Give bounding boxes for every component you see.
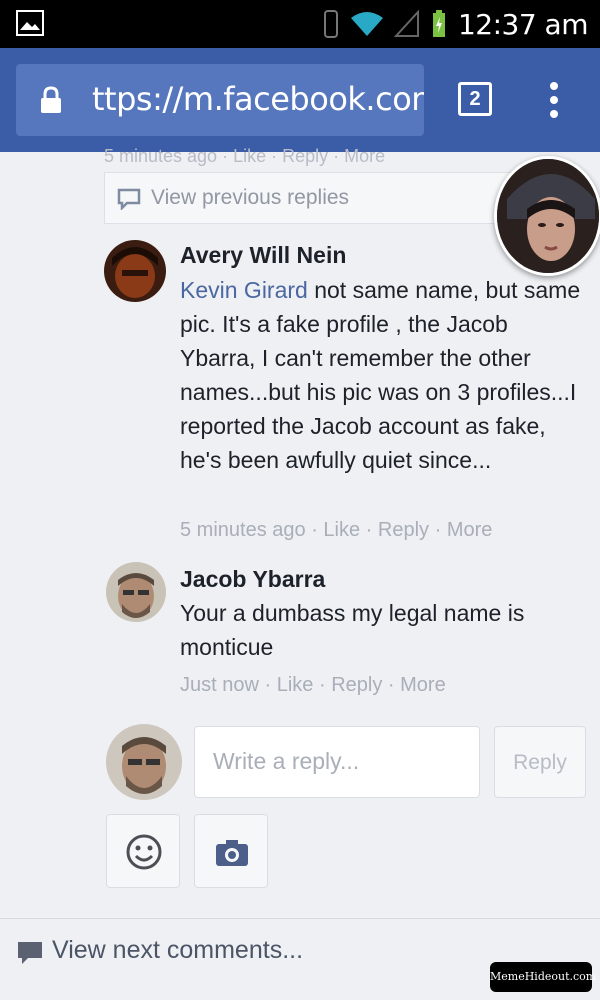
wifi-icon	[350, 12, 383, 36]
battery-icon	[432, 10, 445, 37]
reply-submit-button[interactable]: Reply	[494, 726, 586, 798]
gallery-notification-icon	[16, 10, 44, 36]
comment-text: Your a dumbass my legal name is monticue	[180, 600, 525, 660]
comment-meta: Just now · Like · Reply · More	[180, 674, 446, 696]
avatar[interactable]	[106, 562, 166, 622]
watermark: MemeHideout.com	[490, 962, 596, 992]
comment-bubble-icon	[117, 188, 141, 210]
tab-switcher-button[interactable]: 2	[458, 82, 492, 116]
reply-link[interactable]: Reply	[378, 519, 429, 541]
address-bar[interactable]: ttps://m.facebook.com/(	[16, 64, 424, 136]
status-bar: 12:37 am	[0, 0, 600, 48]
like-link[interactable]: Like	[277, 674, 314, 696]
camera-icon	[216, 840, 248, 866]
overflow-menu-icon[interactable]	[542, 78, 566, 122]
more-link[interactable]: More	[400, 674, 446, 696]
more-link[interactable]: More	[447, 519, 493, 541]
reply-input-box[interactable]	[194, 726, 480, 798]
view-previous-replies-label: View previous replies	[151, 186, 350, 209]
chat-head-avatar[interactable]	[494, 156, 600, 276]
emoji-button[interactable]	[106, 814, 180, 888]
comment-meta: 5 minutes ago · Like · Reply · More	[180, 519, 493, 541]
current-user-avatar	[106, 724, 182, 800]
comment-author[interactable]: Avery Will Nein	[180, 242, 346, 269]
comment-bubble-icon	[18, 942, 42, 964]
signal-icon	[393, 10, 419, 37]
photo-button[interactable]	[194, 814, 268, 888]
comment-text: Kevin Girard not same name, but same pic…	[180, 277, 581, 473]
avatar[interactable]	[104, 240, 166, 302]
clock: 12:37 am	[457, 7, 589, 41]
like-link[interactable]: Like	[323, 519, 360, 541]
url-text: ttps://m.facebook.com/(	[92, 80, 424, 118]
lock-icon	[41, 86, 61, 113]
vibrate-icon	[323, 10, 338, 38]
comment-time: Just now	[180, 674, 259, 696]
divider	[0, 918, 600, 919]
comment-author[interactable]: Jacob Ybarra	[180, 566, 325, 593]
view-previous-replies-button[interactable]: View previous replies	[104, 172, 524, 224]
mention-link[interactable]: Kevin Girard	[180, 277, 308, 303]
reply-link[interactable]: Reply	[331, 674, 382, 696]
comment-time: 5 minutes ago	[180, 519, 306, 541]
smiley-icon	[126, 834, 162, 870]
reply-input[interactable]	[211, 747, 475, 776]
browser-toolbar: ttps://m.facebook.com/( 2	[0, 48, 600, 152]
previous-comment-meta: 5 minutes ago · Like · Reply · More	[104, 146, 386, 166]
view-next-comments-label: View next comments...	[52, 936, 304, 964]
